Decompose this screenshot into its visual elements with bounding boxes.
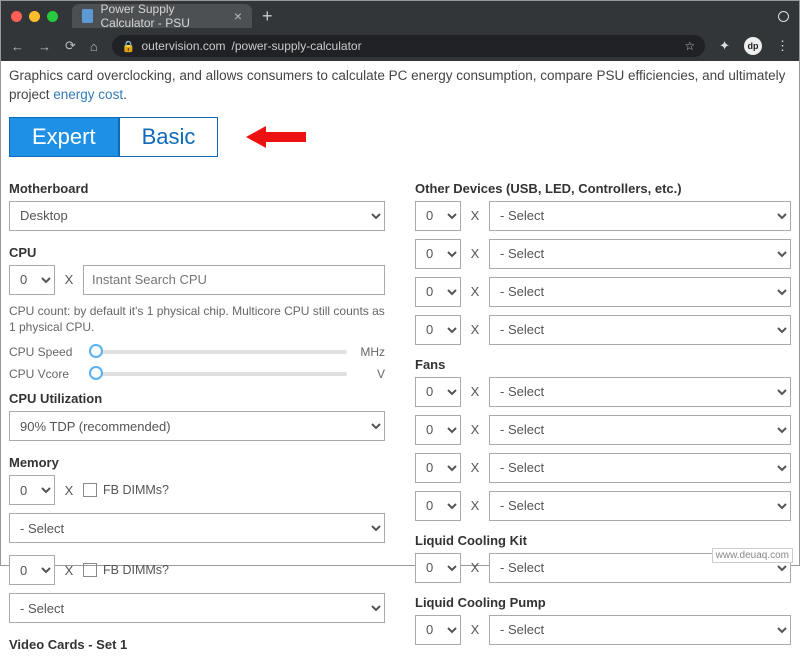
menu-icon[interactable]: ⋮ — [776, 38, 789, 54]
close-window-button[interactable] — [11, 11, 22, 22]
fan-count-3[interactable]: 0 — [415, 491, 461, 521]
fans-label: Fans — [415, 357, 791, 372]
x-separator: X — [467, 208, 483, 223]
close-tab-icon[interactable]: × — [234, 8, 242, 24]
memory-select-0[interactable]: - Select — [9, 513, 385, 543]
reload-button[interactable]: ⟳ — [65, 38, 76, 54]
fan-count-2[interactable]: 0 — [415, 453, 461, 483]
memory-count-select-0[interactable]: 0 — [9, 475, 55, 505]
tab-expert[interactable]: Expert — [9, 117, 119, 157]
x-separator: X — [467, 622, 483, 637]
x-separator: X — [61, 483, 77, 498]
fan-count-0[interactable]: 0 — [415, 377, 461, 407]
liquid-pump-select-0[interactable]: - Select — [489, 615, 791, 645]
x-separator: X — [467, 384, 483, 399]
maximize-window-button[interactable] — [47, 11, 58, 22]
x-separator: X — [467, 460, 483, 475]
cpu-label: CPU — [9, 245, 385, 260]
other-select-0[interactable]: - Select — [489, 201, 791, 231]
liquid-kit-count-0[interactable]: 0 — [415, 553, 461, 583]
fb-dimms-label-0: FB DIMMs? — [103, 483, 169, 497]
other-count-2[interactable]: 0 — [415, 277, 461, 307]
cpu-search-input[interactable] — [83, 265, 385, 295]
browser-toolbar: ← → ⟳ ⌂ 🔒 outervision.com/power-supply-c… — [1, 31, 799, 61]
x-separator: X — [467, 422, 483, 437]
red-arrow-annotation — [246, 124, 306, 150]
video-cards-label: Video Cards - Set 1 — [9, 637, 385, 652]
other-count-0[interactable]: 0 — [415, 201, 461, 231]
intro-text: Graphics card overclocking, and allows c… — [9, 65, 791, 111]
intro-suffix: . — [123, 87, 127, 102]
other-devices-label: Other Devices (USB, LED, Controllers, et… — [415, 181, 791, 196]
fb-dimms-checkbox-0[interactable] — [83, 483, 97, 497]
x-separator: X — [467, 246, 483, 261]
other-count-3[interactable]: 0 — [415, 315, 461, 345]
left-column: Motherboard Desktop CPU 0 X CPU count: b… — [9, 175, 385, 657]
fan-select-3[interactable]: - Select — [489, 491, 791, 521]
motherboard-select[interactable]: Desktop — [9, 201, 385, 231]
cpu-util-select[interactable]: 90% TDP (recommended) — [9, 411, 385, 441]
other-count-1[interactable]: 0 — [415, 239, 461, 269]
cpu-util-label: CPU Utilization — [9, 391, 385, 406]
page-content: Graphics card overclocking, and allows c… — [1, 61, 799, 665]
browser-tab[interactable]: Power Supply Calculator - PSU × — [72, 4, 252, 28]
fan-select-0[interactable]: - Select — [489, 377, 791, 407]
fb-dimms-label-1: FB DIMMs? — [103, 563, 169, 577]
window-titlebar: Power Supply Calculator - PSU × + — [1, 1, 799, 31]
other-select-2[interactable]: - Select — [489, 277, 791, 307]
x-separator: X — [467, 560, 483, 575]
x-separator: X — [61, 563, 77, 578]
lock-icon: 🔒 — [122, 40, 136, 53]
cpu-note: CPU count: by default it's 1 physical ch… — [9, 303, 385, 335]
fan-select-1[interactable]: - Select — [489, 415, 791, 445]
fb-dimms-checkbox-1[interactable] — [83, 563, 97, 577]
extensions-icon[interactable]: ✦ — [719, 38, 730, 54]
window-expand-icon[interactable] — [778, 11, 789, 22]
cpu-vcore-unit: V — [355, 367, 385, 381]
address-bar[interactable]: 🔒 outervision.com/power-supply-calculato… — [112, 35, 705, 57]
other-select-3[interactable]: - Select — [489, 315, 791, 345]
back-button[interactable]: ← — [11, 39, 24, 54]
x-separator: X — [467, 498, 483, 513]
bookmark-star-icon[interactable]: ☆ — [684, 39, 695, 53]
x-separator: X — [467, 284, 483, 299]
liquid-kit-label: Liquid Cooling Kit — [415, 533, 791, 548]
memory-select-1[interactable]: - Select — [9, 593, 385, 623]
home-button[interactable]: ⌂ — [90, 39, 98, 54]
liquid-pump-label: Liquid Cooling Pump — [415, 595, 791, 610]
fan-count-1[interactable]: 0 — [415, 415, 461, 445]
window-controls — [11, 11, 58, 22]
cpu-speed-slider[interactable] — [89, 350, 347, 354]
cpu-speed-label: CPU Speed — [9, 345, 81, 359]
motherboard-label: Motherboard — [9, 181, 385, 196]
url-path: /power-supply-calculator — [232, 39, 362, 53]
watermark: www.deuaq.com — [712, 548, 793, 563]
profile-avatar[interactable]: dp — [744, 37, 762, 55]
x-separator: X — [61, 272, 77, 287]
forward-button[interactable]: → — [38, 39, 51, 54]
tab-basic[interactable]: Basic — [119, 117, 219, 157]
cpu-vcore-slider[interactable] — [89, 372, 347, 376]
cpu-count-select[interactable]: 0 — [9, 265, 55, 295]
energy-cost-link[interactable]: energy cost — [53, 87, 123, 102]
memory-count-select-1[interactable]: 0 — [9, 555, 55, 585]
cpu-vcore-label: CPU Vcore — [9, 367, 81, 381]
memory-label: Memory — [9, 455, 385, 470]
fan-select-2[interactable]: - Select — [489, 453, 791, 483]
url-host: outervision.com — [141, 39, 225, 53]
x-separator: X — [467, 322, 483, 337]
cpu-speed-unit: MHz — [355, 345, 385, 359]
right-column: Other Devices (USB, LED, Controllers, et… — [415, 175, 791, 657]
tab-favicon — [82, 9, 93, 23]
new-tab-button[interactable]: + — [262, 6, 273, 27]
minimize-window-button[interactable] — [29, 11, 40, 22]
other-select-1[interactable]: - Select — [489, 239, 791, 269]
liquid-pump-count-0[interactable]: 0 — [415, 615, 461, 645]
mode-tabs: Expert Basic — [9, 117, 791, 157]
tab-title: Power Supply Calculator - PSU — [101, 2, 226, 30]
